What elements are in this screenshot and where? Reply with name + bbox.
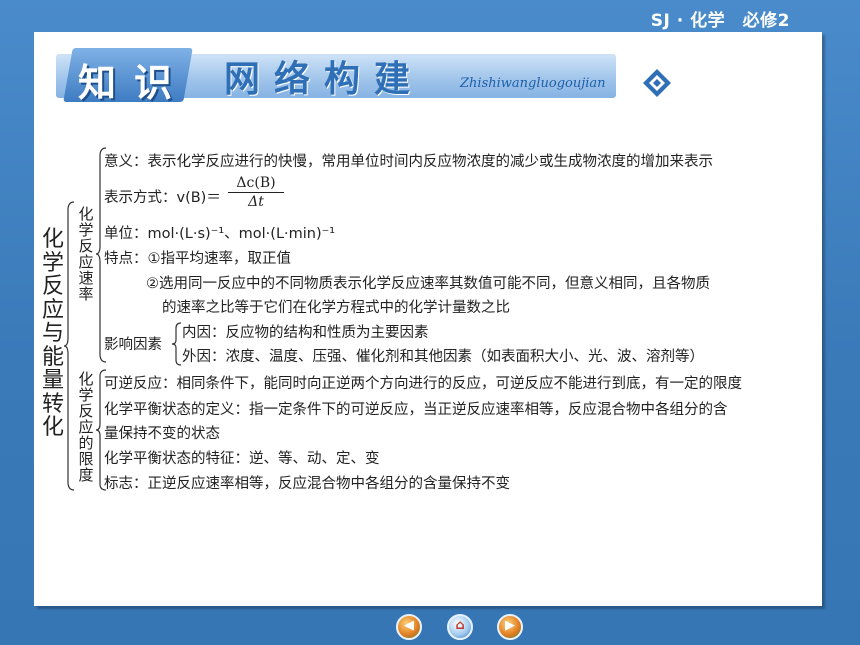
diamond-arrow-icon (643, 69, 671, 97)
next-page-icon: ▶ (505, 618, 515, 633)
home-button[interactable]: ⌂ (447, 614, 473, 640)
rate-feature-1: 特点：①指平均速率，取正值 (104, 251, 291, 267)
banner-pinyin: Zhishiwangluogoujian (460, 76, 606, 91)
limit-sign: 标志：正逆反应速率相等，反应混合物中各组分的含量保持不变 (104, 476, 510, 492)
rate-factors-label: 影响因素 (104, 337, 162, 353)
limit-equilibrium-b: 量保持不变的状态 (104, 426, 220, 442)
rate-topic: 化学反应速率 (78, 205, 94, 303)
rate-fraction: Δc(B) Δt (228, 175, 284, 210)
limit-equilibrium-a: 化学平衡状态的定义：指一定条件下的可逆反应，当正逆反应速率相等，反应混合物中各组… (104, 402, 728, 418)
rate-expression: 表示方式：v(B)＝ (104, 190, 221, 206)
content-card (34, 32, 822, 606)
slide-background: SJ · 化学 必修2 知 识 网络构建 Zhishiwangluogoujia… (0, 0, 860, 645)
banner-title: 网络构建 (224, 59, 425, 100)
root-topic: 化学反应与能量转化 (41, 227, 64, 440)
factors-internal: 内因：反应物的结构和性质为主要因素 (182, 325, 429, 341)
prev-page-icon: ◀ (404, 618, 414, 633)
home-icon: ⌂ (455, 618, 465, 633)
rate-feature-2a: ②选用同一反应中的不同物质表示化学反应速率其数值可能不同，但意义相同，且各物质 (146, 276, 710, 292)
fraction-denominator: Δt (248, 194, 264, 210)
factors-brace (171, 322, 182, 366)
rate-unit: 单位：mol·(L·s)⁻¹、mol·(L·min)⁻¹ (104, 226, 336, 242)
prev-page-button[interactable]: ◀ (396, 614, 422, 640)
section-banner: 知 识 网络构建 Zhishiwangluogoujian (56, 48, 671, 106)
root-brace (63, 201, 75, 491)
fraction-numerator: Δc(B) (236, 175, 276, 191)
limit-reversible: 可逆反应：相同条件下，能同时向正逆两个方向进行的反应，可逆反应不能进行到底，有一… (104, 376, 742, 392)
next-page-button[interactable]: ▶ (497, 614, 523, 640)
factors-external: 外因：浓度、温度、压强、催化剂和其他因素（如表面积大小、光、波、溶剂等） (182, 349, 704, 365)
rate-feature-2b: 的速率之比等于它们在化学方程式中的化学计量数之比 (162, 300, 510, 316)
limit-features: 化学平衡状态的特征：逆、等、动、定、变 (104, 451, 380, 467)
banner-char-shi: 识 (134, 61, 173, 105)
rate-meaning: 意义：表示化学反应进行的快慢，常用单位时间内反应物浓度的减少或生成物浓度的增加来… (104, 154, 713, 170)
course-label: SJ · 化学 必修2 (650, 11, 790, 31)
banner-char-zhi: 知 (78, 61, 117, 105)
limit-topic: 化学反应的限度 (78, 370, 94, 484)
